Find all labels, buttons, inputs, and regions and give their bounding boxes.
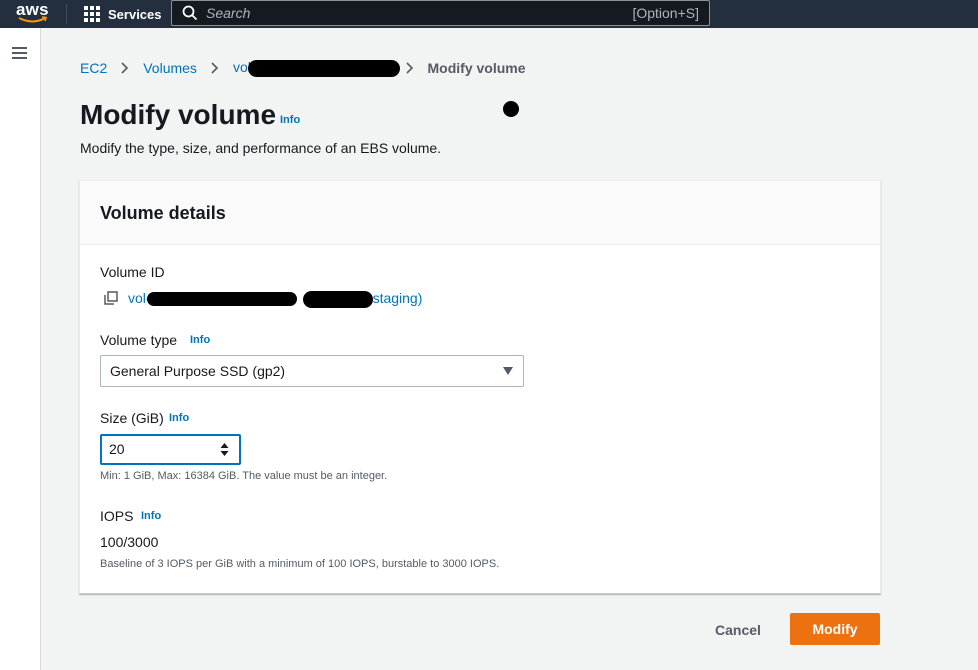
- redaction-mark: [302, 290, 373, 308]
- page-title: Modify volume: [80, 99, 277, 130]
- top-navigation-bar: aws Services [Option+S]: [0, 0, 978, 28]
- size-label: Size (GiB): [100, 410, 164, 426]
- chevron-right-icon: [211, 62, 219, 74]
- copy-icon[interactable]: [104, 291, 118, 305]
- iops-info-link[interactable]: Info: [141, 510, 161, 522]
- cursor-dot: [503, 101, 519, 117]
- side-navigation-rail: [0, 28, 41, 670]
- size-info-link[interactable]: Info: [169, 412, 189, 424]
- redaction-mark: [247, 59, 400, 77]
- modify-button[interactable]: Modify: [790, 613, 880, 645]
- aws-smile-icon: [18, 16, 48, 23]
- volume-type-selected-value: General Purpose SSD (gp2): [110, 363, 286, 379]
- services-label: Services: [108, 6, 162, 22]
- iops-value: 100/3000: [100, 534, 159, 550]
- page-title-info-link[interactable]: Info: [280, 114, 300, 126]
- redaction-mark: [146, 292, 297, 307]
- global-search-box[interactable]: [Option+S]: [171, 0, 710, 26]
- number-spinner-icon[interactable]: [220, 442, 229, 457]
- breadcrumb-volume-id[interactable]: vol-: [233, 59, 400, 77]
- breadcrumb-ec2[interactable]: EC2: [80, 60, 107, 76]
- volume-details-panel: Volume details: [79, 180, 881, 594]
- services-menu-button[interactable]: Services: [84, 4, 162, 24]
- volume-type-info-link[interactable]: Info: [190, 334, 210, 346]
- search-icon: [182, 5, 198, 21]
- size-constraint-hint: Min: 1 GiB, Max: 16384 GiB. The value mu…: [100, 470, 388, 482]
- cancel-button[interactable]: Cancel: [700, 614, 776, 645]
- size-input-value: 20: [109, 441, 125, 457]
- volume-details-heading: Volume details: [100, 203, 226, 223]
- page-description: Modify the type, size, and performance o…: [80, 140, 442, 156]
- volume-details-header: Volume details: [80, 181, 880, 245]
- iops-description-hint: Baseline of 3 IOPS per GiB with a minimu…: [100, 558, 500, 570]
- nav-divider: [66, 4, 67, 24]
- caret-down-icon: [503, 367, 513, 375]
- volume-id-label: Volume ID: [100, 264, 165, 280]
- chevron-right-icon: [121, 62, 129, 74]
- breadcrumb-volumes[interactable]: Volumes: [143, 60, 197, 76]
- volume-type-select[interactable]: General Purpose SSD (gp2): [100, 355, 524, 387]
- services-grid-icon: [84, 6, 100, 22]
- volume-type-label: Volume type: [100, 332, 178, 348]
- size-input[interactable]: 20: [100, 434, 241, 465]
- volume-id-link[interactable]: vol-staging): [128, 290, 422, 308]
- volume-id-suffix: staging): [372, 290, 423, 306]
- search-shortcut-hint: [Option+S]: [632, 5, 699, 21]
- breadcrumb: EC2 Volumes vol- Modify volume: [80, 59, 526, 77]
- iops-label: IOPS: [100, 508, 134, 524]
- menu-icon[interactable]: [12, 47, 28, 60]
- breadcrumb-current: Modify volume: [427, 60, 526, 76]
- search-input[interactable]: [206, 4, 586, 22]
- aws-logo[interactable]: aws: [16, 1, 52, 25]
- chevron-right-icon: [405, 62, 413, 74]
